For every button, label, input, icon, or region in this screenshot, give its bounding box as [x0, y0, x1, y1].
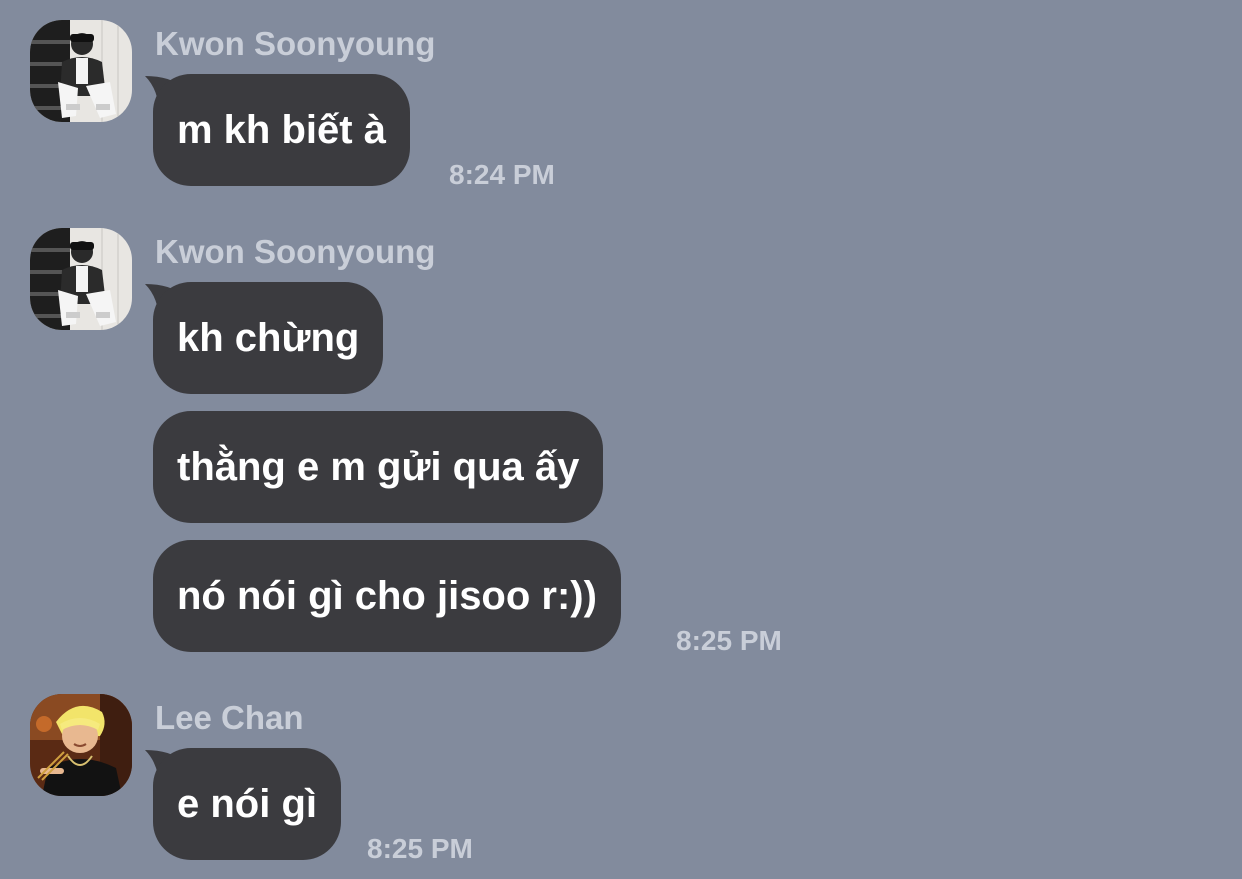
- message-text: nó nói gì cho jisoo r:)): [177, 574, 597, 618]
- avatar[interactable]: [30, 20, 132, 122]
- message-text: e nói gì: [177, 782, 317, 826]
- message-bubble[interactable]: kh chừng: [153, 282, 384, 394]
- message-timestamp: 8:24 PM: [449, 159, 555, 190]
- message-bubble[interactable]: e nói gì: [153, 748, 341, 860]
- avatar-photo-lee-chan: [30, 694, 132, 796]
- sender-name: Kwon Soonyoung: [155, 233, 436, 270]
- avatar-photo-kwon-soonyoung: [30, 20, 132, 122]
- avatar[interactable]: [30, 694, 132, 796]
- message-timestamp: 8:25 PM: [367, 833, 473, 864]
- message-bubble[interactable]: m kh biết à: [153, 74, 410, 186]
- message-text: kh chừng: [177, 316, 360, 360]
- sender-name: Lee Chan: [155, 699, 304, 736]
- message-bubble[interactable]: thằng e m gửi qua ấy: [153, 411, 604, 523]
- message-text: m kh biết à: [177, 108, 386, 152]
- sender-name: Kwon Soonyoung: [155, 25, 436, 62]
- message-timestamp: 8:25 PM: [676, 625, 782, 656]
- message-text: thằng e m gửi qua ấy: [177, 445, 580, 489]
- avatar-photo-kwon-soonyoung: [30, 228, 132, 330]
- avatar[interactable]: [30, 228, 132, 330]
- message-bubble[interactable]: nó nói gì cho jisoo r:)): [153, 540, 621, 652]
